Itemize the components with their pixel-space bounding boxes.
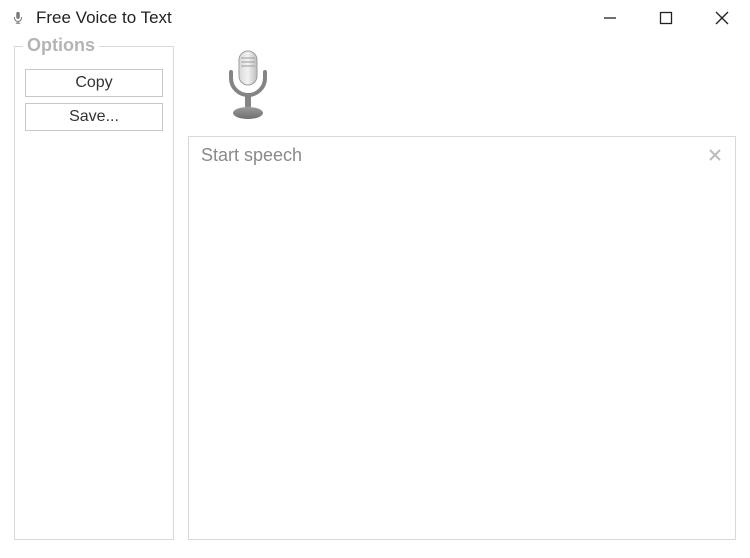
titlebar: Free Voice to Text	[0, 0, 750, 36]
main-area: Start speech	[188, 46, 736, 540]
minimize-button[interactable]	[582, 0, 638, 36]
close-icon	[707, 147, 723, 163]
options-legend: Options	[23, 35, 99, 56]
content-area: Options Copy Save...	[0, 36, 750, 558]
maximize-icon	[659, 11, 673, 25]
speech-placeholder: Start speech	[201, 145, 302, 165]
minimize-icon	[603, 11, 617, 25]
options-panel: Options Copy Save...	[14, 46, 174, 540]
app-icon	[10, 10, 26, 26]
save-button[interactable]: Save...	[25, 103, 163, 131]
maximize-button[interactable]	[638, 0, 694, 36]
window-controls	[582, 0, 750, 36]
window-title: Free Voice to Text	[36, 8, 582, 28]
clear-text-button[interactable]	[705, 145, 725, 165]
speech-text-panel[interactable]: Start speech	[188, 136, 736, 540]
app-window: Free Voice to Text Options	[0, 0, 750, 558]
microphone-button-area	[188, 46, 736, 136]
close-icon	[714, 10, 730, 26]
copy-button[interactable]: Copy	[25, 69, 163, 97]
microphone-icon[interactable]	[218, 48, 278, 123]
close-button[interactable]	[694, 0, 750, 36]
